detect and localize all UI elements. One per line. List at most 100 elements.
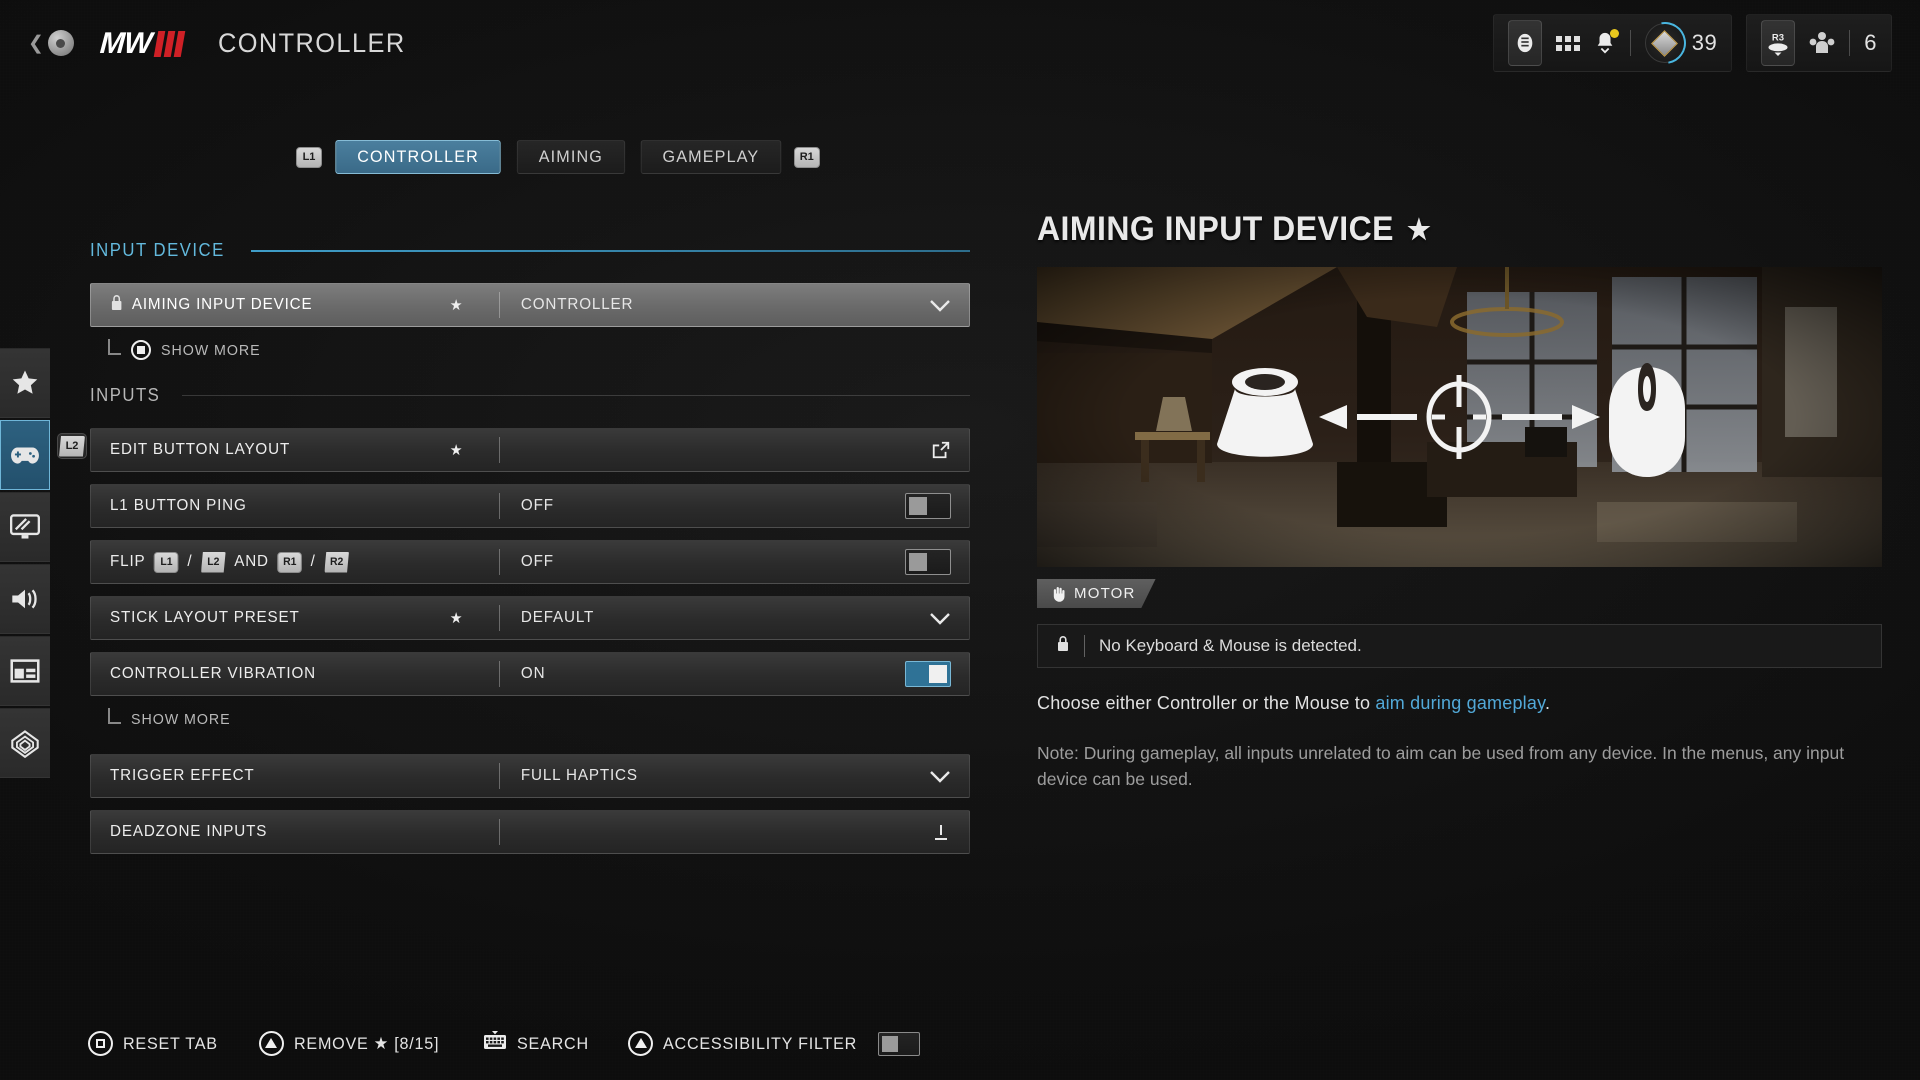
mouse-icon [1609, 363, 1685, 477]
hud-cluster: 39 R3 6 [1492, 14, 1892, 72]
slash-separator: / [310, 553, 316, 570]
detail-description: Choose either Controller or the Mouse to… [1037, 690, 1882, 716]
setting-row-deadzone-inputs[interactable]: DEADZONE INPUTS [90, 810, 970, 854]
r1-badge: R1 [277, 551, 303, 573]
tree-connector [108, 339, 121, 355]
footer-label: ACCESSIBILITY FILTER [663, 1033, 858, 1053]
setting-value: FULL HAPTICS [520, 767, 638, 784]
notification-dot [1609, 29, 1619, 38]
section-header-inputs: INPUTS [90, 385, 970, 406]
description-link[interactable]: aim during gameplay [1375, 693, 1545, 713]
tab-controller[interactable]: CONTROLLER [335, 140, 501, 174]
dropdown-control[interactable] [929, 299, 951, 312]
triangle-button-icon [258, 1031, 284, 1056]
back-circle-icon [47, 30, 74, 56]
notification-bell-icon[interactable] [1594, 29, 1619, 55]
sidebar-item-audio[interactable] [0, 564, 50, 634]
detail-note: Note: During gameplay, all inputs unrela… [1037, 743, 1845, 790]
sidebar-item-controller[interactable]: L2 [0, 420, 87, 490]
show-more-input-device[interactable]: SHOW MORE [108, 335, 970, 365]
sidebar-item-favorites[interactable] [0, 348, 50, 418]
setting-row-controller-vibration[interactable]: CONTROLLER VIBRATION ON [90, 652, 970, 696]
divider [499, 819, 500, 845]
apps-grid-icon[interactable] [1555, 35, 1580, 51]
keyboard-icon [483, 1031, 507, 1056]
favorite-star-icon[interactable]: ★ [450, 441, 464, 459]
battery-icon[interactable] [1507, 20, 1542, 66]
tab-aiming[interactable]: AIMING [517, 140, 626, 174]
detection-info-bar: No Keyboard & Mouse is detected. [1037, 624, 1882, 668]
footer-search[interactable]: SEARCH [483, 1031, 593, 1056]
slash-separator: / [187, 553, 193, 570]
sidebar-item-account[interactable] [0, 708, 50, 778]
description-prefix: Choose either Controller or the Mouse to [1037, 693, 1376, 713]
back-button[interactable]: ❮ [28, 26, 80, 60]
lock-icon [110, 294, 123, 316]
section-rule [181, 395, 970, 396]
setting-row-trigger-effect[interactable]: TRIGGER EFFECT FULL HAPTICS [90, 754, 970, 798]
favorite-star-icon[interactable]: ★ [450, 609, 464, 627]
section-title: INPUT DEVICE [90, 240, 225, 260]
setting-row-aiming-input-device[interactable]: AIMING INPUT DEVICE ★ CONTROLLER [90, 283, 970, 327]
setting-value: DEFAULT [520, 609, 595, 626]
setting-label: EDIT BUTTON LAYOUT [110, 441, 291, 458]
toggle-control[interactable] [905, 661, 951, 687]
triangle-button-icon [628, 1031, 654, 1056]
preview-image [1037, 267, 1882, 567]
sidebar-item-graphics[interactable] [0, 492, 50, 562]
sidebar-hint-l2: L2 [57, 433, 87, 459]
setting-value: ON [520, 665, 546, 682]
setting-row-l1-button-ping[interactable]: L1 BUTTON PING OFF [90, 484, 970, 528]
divider [1084, 635, 1085, 657]
r3-button-hint[interactable]: R3 [1761, 20, 1796, 66]
favorite-star-icon: ★ [1407, 214, 1432, 245]
expand-control[interactable] [931, 822, 951, 842]
logo-bars-icon [154, 31, 186, 57]
tab-gameplay[interactable]: GAMEPLAY [640, 140, 782, 174]
footer-label: SEARCH [516, 1033, 589, 1053]
setting-row-stick-layout-preset[interactable]: STICK LAYOUT PRESET ★ DEFAULT [90, 596, 970, 640]
svg-text:R3: R3 [1772, 32, 1784, 43]
settings-list[interactable]: INPUT DEVICE AIMING INPUT DEVICE ★ CONTR… [90, 240, 970, 958]
lock-icon [1056, 635, 1070, 657]
square-button-icon [131, 340, 151, 360]
squad-value: 6 [1864, 30, 1877, 55]
footer-label: RESET TAB [123, 1033, 218, 1053]
squad-members-icon[interactable] [1809, 31, 1835, 55]
footer-accessibility-filter[interactable]: ACCESSIBILITY FILTER [628, 1031, 920, 1056]
show-more-inputs[interactable]: SHOW MORE [108, 704, 970, 734]
accessibility-filter-toggle[interactable] [877, 1031, 920, 1056]
favorite-star-icon[interactable]: ★ [450, 296, 464, 314]
chevron-down-icon [929, 770, 951, 783]
show-more-label: SHOW MORE [131, 710, 231, 728]
footer-reset-tab[interactable]: RESET TAB [88, 1031, 223, 1056]
divider [499, 437, 500, 463]
footer-remove-favorite[interactable]: REMOVE ★ [8/15] [258, 1031, 447, 1056]
dropdown-control[interactable] [929, 612, 951, 625]
setting-label: TRIGGER EFFECT [110, 767, 255, 784]
setting-label: AIMING INPUT DEVICE [131, 296, 313, 313]
rank-value: 39 [1691, 30, 1718, 55]
sidebar-item-interface[interactable] [0, 636, 50, 706]
divider [1629, 30, 1631, 56]
page-title: CONTROLLER [218, 28, 406, 58]
chevron-down-icon [929, 299, 951, 312]
hud-group-left: 39 [1492, 14, 1733, 72]
toggle-control[interactable] [905, 549, 951, 575]
toggle-control[interactable] [905, 493, 951, 519]
setting-label: DEADZONE INPUTS [110, 823, 268, 840]
and-label: AND [234, 553, 269, 570]
setting-row-edit-button-layout[interactable]: EDIT BUTTON LAYOUT ★ [90, 428, 970, 472]
section-rule [250, 249, 970, 252]
rank-emblem-icon[interactable]: 39 [1644, 23, 1718, 63]
detail-panel: AIMING INPUT DEVICE ★ MOTOR No Keyboard … [1037, 210, 1882, 793]
hand-icon [1053, 586, 1065, 602]
external-link-icon[interactable] [931, 440, 951, 460]
dropdown-control[interactable] [929, 770, 951, 783]
setting-row-flip-triggers[interactable]: FLIP L1 / L2 AND R1 / R2 OFF [90, 540, 970, 584]
square-button-icon [88, 1031, 113, 1056]
setting-value: OFF [520, 553, 554, 570]
network-icon [11, 730, 39, 758]
settings-screen: ❮ MW CONTROLLER 39 R3 6 L2 L1 CONTROLLER… [0, 0, 1920, 1080]
setting-value: OFF [520, 497, 554, 514]
